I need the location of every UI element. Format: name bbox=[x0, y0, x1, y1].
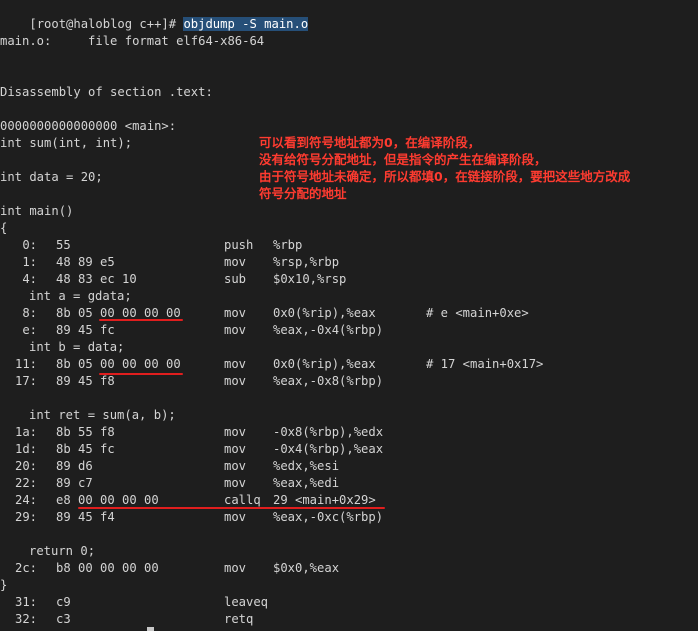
source-line: int a = gdata; bbox=[29, 289, 132, 303]
instruction-bytes: 89 d6 bbox=[56, 459, 93, 473]
selected-command[interactable]: objdump -S main.o bbox=[183, 17, 309, 31]
instruction-operands: %edx,%esi bbox=[273, 459, 340, 473]
annotation-line: 没有给符号分配地址，但是指令的产生在编译阶段， bbox=[259, 152, 547, 167]
instruction-address: 20: bbox=[14, 459, 37, 473]
instruction-operands: $0x10,%rsp bbox=[273, 272, 347, 286]
instruction-bytes: 8b 55 f8 bbox=[56, 425, 115, 439]
source-line: int b = data; bbox=[29, 340, 125, 354]
annotation-note: 可以看到符号地址都为0，在编译阶段， 没有给符号分配地址，但是指令的产生在编译阶… bbox=[259, 134, 698, 202]
instruction-bytes: 89 45 f8 bbox=[56, 374, 115, 388]
instruction-mnemonic: sub bbox=[224, 272, 247, 286]
closing-brace: } bbox=[0, 578, 8, 592]
instruction-bytes: 48 89 e5 bbox=[56, 255, 115, 269]
source-line: int ret = sum(a, b); bbox=[29, 408, 176, 422]
instruction-bytes: 48 83 ec 10 bbox=[56, 272, 137, 286]
instruction-address: 11: bbox=[14, 357, 37, 371]
instruction-bytes: 8b 45 fc bbox=[56, 442, 115, 456]
prompt-line: [root@haloblog c++]# objdump -S main.o bbox=[0, 0, 309, 31]
instruction-bytes: b8 00 00 00 00 bbox=[56, 561, 159, 575]
instruction-mnemonic: mov bbox=[224, 442, 247, 456]
instruction-address: 4: bbox=[22, 272, 37, 286]
instruction-address: 1a: bbox=[14, 425, 37, 439]
instruction-mnemonic: mov bbox=[224, 561, 247, 575]
instruction-bytes: 89 45 fc bbox=[56, 323, 115, 337]
annotation-line: 可以看到符号地址都为0，在编译阶段， bbox=[259, 135, 481, 150]
instruction-address: 31: bbox=[14, 595, 37, 609]
instruction-bytes: 89 c7 bbox=[56, 476, 93, 490]
instruction-mnemonic: mov bbox=[224, 476, 247, 490]
underline-mark bbox=[99, 373, 183, 375]
instruction-address: 1: bbox=[22, 255, 37, 269]
instruction-address: 32: bbox=[14, 612, 37, 626]
instruction-bytes: 55 bbox=[56, 238, 71, 252]
terminal-window[interactable]: [root@haloblog c++]# objdump -S main.o m… bbox=[0, 0, 698, 631]
underline-mark bbox=[99, 319, 183, 321]
instruction-address: 8: bbox=[22, 306, 37, 320]
annotation-line: 由于符号地址未确定，所以都填0，在链接阶段，要把这些地方改成 bbox=[259, 169, 631, 184]
instruction-operands: %eax,-0xc(%rbp) bbox=[273, 510, 384, 524]
instruction-address: 0: bbox=[22, 238, 37, 252]
instruction-bytes: 89 45 f4 bbox=[56, 510, 115, 524]
symbol-header: 0000000000000000 <main>: bbox=[0, 119, 177, 133]
file-format-line: main.o: file format elf64-x86-64 bbox=[0, 34, 265, 48]
instruction-mnemonic: retq bbox=[224, 612, 254, 626]
instruction-mnemonic: mov bbox=[224, 255, 247, 269]
text-cursor bbox=[147, 627, 154, 631]
source-line: return 0; bbox=[29, 544, 96, 558]
instruction-mnemonic: mov bbox=[224, 323, 247, 337]
source-line: int sum(int, int); bbox=[0, 136, 133, 150]
instruction-bytes: c3 bbox=[56, 612, 71, 626]
instruction-operands: 0x0(%rip),%eax bbox=[273, 306, 376, 320]
instruction-operands: %eax,-0x4(%rbp) bbox=[273, 323, 384, 337]
instruction-operands: 0x0(%rip),%eax bbox=[273, 357, 376, 371]
instruction-mnemonic: push bbox=[224, 238, 254, 252]
instruction-address: 29: bbox=[14, 510, 37, 524]
instruction-comment: # e <main+0xe> bbox=[426, 306, 529, 320]
instruction-mnemonic: mov bbox=[224, 374, 247, 388]
instruction-mnemonic: mov bbox=[224, 306, 247, 320]
instruction-operands: %eax,-0x8(%rbp) bbox=[273, 374, 384, 388]
instruction-comment: # 17 <main+0x17> bbox=[426, 357, 544, 371]
instruction-mnemonic: mov bbox=[224, 459, 247, 473]
instruction-address: 1d: bbox=[14, 442, 37, 456]
underline-mark bbox=[78, 507, 385, 509]
instruction-address: 24: bbox=[14, 493, 37, 507]
instruction-operands: %rbp bbox=[273, 238, 303, 252]
instruction-operands: -0x8(%rbp),%edx bbox=[273, 425, 384, 439]
source-line: int main() bbox=[0, 204, 74, 218]
instruction-mnemonic: leaveq bbox=[224, 595, 269, 609]
annotation-line: 符号分配的地址 bbox=[259, 186, 347, 201]
instruction-mnemonic: mov bbox=[224, 425, 247, 439]
instruction-operands: $0x0,%eax bbox=[273, 561, 340, 575]
instruction-mnemonic: mov bbox=[224, 510, 247, 524]
source-line: { bbox=[0, 221, 8, 235]
instruction-operands: -0x4(%rbp),%eax bbox=[273, 442, 384, 456]
instruction-address: 2c: bbox=[14, 561, 37, 575]
instruction-address: 22: bbox=[14, 476, 37, 490]
shell-prompt: [root@haloblog c++]# bbox=[29, 17, 184, 31]
source-line: int data = 20; bbox=[0, 170, 103, 184]
instruction-mnemonic: mov bbox=[224, 357, 247, 371]
section-header: Disassembly of section .text: bbox=[0, 85, 213, 99]
instruction-operands: %rsp,%rbp bbox=[273, 255, 340, 269]
instruction-bytes: c9 bbox=[56, 595, 71, 609]
instruction-address: 17: bbox=[14, 374, 37, 388]
instruction-address: e: bbox=[22, 323, 37, 337]
instruction-bytes: 8b 05 00 00 00 00 bbox=[56, 357, 181, 371]
instruction-operands: %eax,%edi bbox=[273, 476, 340, 490]
